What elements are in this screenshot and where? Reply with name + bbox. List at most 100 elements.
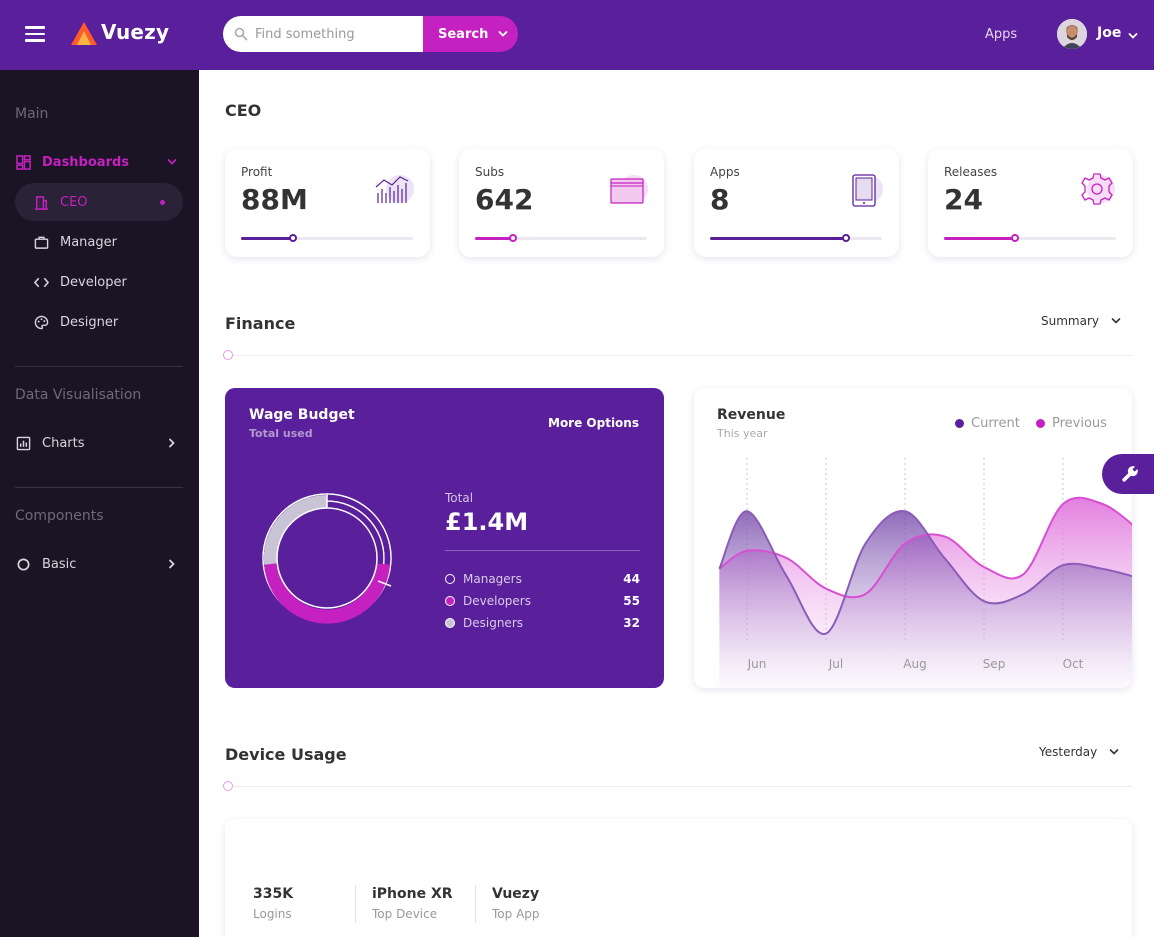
legend-marker — [1036, 419, 1045, 428]
settings-fab[interactable] — [1102, 454, 1154, 494]
dashboard-icon — [15, 154, 31, 170]
legend-marker — [955, 419, 964, 428]
legend-item-previous[interactable]: Previous — [1036, 416, 1107, 431]
legend-item-designers: Designers 32 — [445, 614, 640, 632]
sidebar-item-ceo[interactable]: CEO — [15, 183, 183, 221]
section-divider — [232, 786, 1132, 787]
stat-card-profit[interactable]: Profit 88M — [225, 149, 430, 257]
avatar[interactable] — [1057, 19, 1087, 49]
stat-progress-fill — [944, 237, 1015, 240]
legend-label: Designers — [463, 616, 523, 630]
sidebar-item-developer[interactable]: Developer — [15, 263, 183, 301]
sidebar-item-manager[interactable]: Manager — [15, 223, 183, 261]
sidebar-divider — [15, 366, 183, 367]
search-input[interactable] — [223, 16, 424, 52]
legend-value: 44 — [623, 572, 640, 586]
sidebar-item-label: Designer — [60, 314, 119, 330]
finance-title: Finance — [225, 314, 296, 333]
card-subtitle: This year — [717, 427, 768, 440]
stat-progress-knob — [841, 234, 850, 242]
circle-icon — [15, 556, 31, 572]
brand-name: Vuezy — [101, 20, 170, 44]
sidebar-item-basic[interactable]: Basic — [15, 545, 183, 583]
chevron-right-icon — [169, 438, 175, 448]
stat-card-apps[interactable]: Apps 8 — [694, 149, 899, 257]
sidebar-item-designer[interactable]: Designer — [15, 303, 183, 341]
device-usage-title: Device Usage — [225, 745, 347, 764]
sidebar-item-label: Charts — [42, 435, 85, 451]
stat-card-releases[interactable]: Releases 24 — [928, 149, 1133, 257]
card-title: Revenue — [717, 407, 786, 423]
more-options-link[interactable]: More Options — [548, 416, 639, 430]
stat-label: Logins — [253, 907, 292, 921]
revenue-card: Revenue This year Current Previous Jun Ju… — [694, 388, 1132, 688]
sidebar-item-label: Manager — [60, 234, 117, 250]
sidebar-item-label: Basic — [42, 556, 77, 572]
total-label: Total — [445, 491, 474, 505]
active-indicator — [160, 200, 165, 205]
device-stat-top-app: Vuezy Top App — [492, 886, 540, 921]
search-button-label: Search — [438, 26, 489, 42]
chevron-down-icon[interactable] — [1128, 31, 1138, 41]
x-tick-label: Jun — [747, 657, 767, 671]
sidebar-item-label: Developer — [60, 274, 127, 290]
code-icon — [33, 274, 49, 290]
stat-progress-knob — [508, 234, 517, 242]
gear-icon — [1081, 173, 1115, 205]
palette-icon — [33, 314, 49, 330]
sidebar: Main Dashboards CEO Manager Developer De… — [0, 70, 199, 937]
briefcase-icon — [33, 234, 49, 250]
stat-value: 8 — [710, 183, 730, 216]
user-name[interactable]: Joe — [1097, 25, 1121, 41]
chevron-down-icon — [1109, 749, 1119, 755]
stat-value: 88M — [241, 183, 308, 216]
legend-marker — [445, 618, 455, 628]
section-marker — [223, 781, 233, 791]
divider — [445, 550, 640, 551]
revenue-chart: Jun Jul Aug Sep Oct — [718, 458, 1132, 688]
finance-dropdown[interactable]: Summary — [1041, 314, 1121, 328]
stat-label: Top App — [492, 907, 540, 921]
sidebar-item-charts[interactable]: Charts — [15, 424, 183, 462]
search-button[interactable]: Search — [423, 16, 518, 52]
tablet-icon — [852, 174, 883, 207]
device-dropdown[interactable]: Yesterday — [1039, 745, 1119, 759]
stat-progress — [475, 234, 647, 242]
sidebar-divider — [15, 487, 183, 488]
stat-label: Top Device — [372, 907, 438, 921]
sidebar-item-dashboards[interactable]: Dashboards — [15, 143, 183, 181]
stat-progress-fill — [710, 237, 846, 240]
device-usage-card: 335K Logins iPhone XR Top Device Vuezy T… — [225, 819, 1132, 937]
stat-progress-knob — [288, 234, 297, 242]
sidebar-section-components: Components — [15, 508, 104, 524]
apps-link[interactable]: Apps — [985, 27, 1017, 42]
search-icon — [234, 27, 248, 41]
stat-progress-fill — [475, 237, 513, 240]
legend-item-current[interactable]: Current — [955, 416, 1020, 431]
stat-value: Vuezy — [492, 886, 540, 902]
dropdown-value: Summary — [1041, 314, 1099, 328]
stat-card-subs[interactable]: Subs 642 — [459, 149, 664, 257]
building-icon — [33, 194, 49, 210]
legend-label: Current — [971, 416, 1020, 431]
wage-budget-card: Wage Budget Total used More Options Tota… — [225, 388, 664, 688]
menu-icon[interactable] — [25, 26, 45, 42]
legend-value: 32 — [623, 616, 640, 630]
sidebar-section-data-visualisation: Data Visualisation — [15, 387, 142, 403]
legend-value: 55 — [623, 594, 640, 608]
bar-chart-icon — [15, 435, 31, 451]
search-bar: Search — [223, 16, 518, 52]
section-divider — [232, 355, 1132, 356]
legend-item-developers: Developers 55 — [445, 592, 640, 610]
total-value: £1.4M — [445, 508, 529, 536]
window-stack-icon — [610, 175, 648, 204]
dropdown-value: Yesterday — [1039, 745, 1098, 759]
chevron-right-icon — [169, 559, 175, 569]
stat-progress — [710, 234, 882, 242]
card-title: Wage Budget — [249, 407, 355, 423]
card-subtitle: Total used — [249, 427, 313, 440]
stat-value: iPhone XR — [372, 886, 453, 902]
stat-value: 24 — [944, 183, 983, 216]
stat-label: Apps — [710, 165, 740, 179]
x-tick-label: Jul — [828, 657, 843, 671]
